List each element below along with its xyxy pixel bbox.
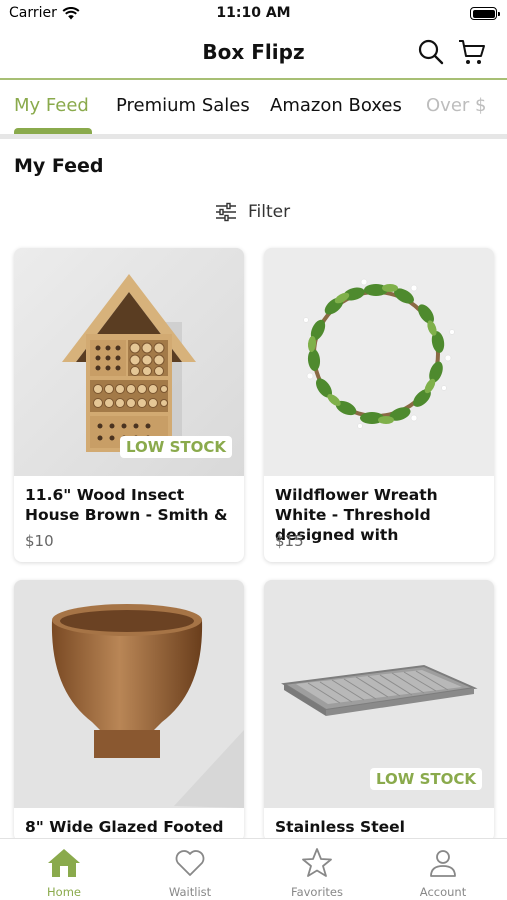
low-stock-badge: LOW STOCK [120,436,232,458]
filter-icon [216,202,236,222]
status-time: 11:10 AM [216,5,291,21]
section-title: My Feed [14,155,104,177]
product-card[interactable]: LOW STOCK 11.6" Wood Insect House Brown … [14,248,244,562]
battery-icon [470,7,500,20]
tabs-divider [0,134,507,139]
product-name: 8" Wide Glazed Footed [25,818,224,836]
product-name: 11.6" Wood Insect House Brown - Smith & [25,486,228,524]
search-button[interactable] [415,36,447,68]
product-card[interactable]: 8" Wide Glazed Footed [14,580,244,842]
search-icon [418,39,444,65]
planter-image [14,580,244,808]
product-card[interactable]: Wildflower Wreath White - Threshold desi… [264,248,494,562]
person-icon [430,850,456,877]
product-image: LOW STOCK [264,580,494,808]
product-image [14,580,244,808]
nav-waitlist-label: Waitlist [168,885,212,899]
filter-button[interactable]: Filter [214,202,290,222]
low-stock-badge: LOW STOCK [370,768,482,790]
nav-favorites[interactable]: Favorites [267,847,367,899]
product-image: LOW STOCK [14,248,244,476]
nav-home-label: Home [47,885,81,899]
product-price: $10 [25,532,54,550]
product-price: $15 [275,532,304,550]
cart-button[interactable] [456,36,488,68]
product-card[interactable]: LOW STOCK Stainless Steel Barbecue [264,580,494,842]
product-name: Wildflower Wreath White - Threshold desi… [275,486,438,544]
home-icon [48,849,80,877]
tab-premium-sales[interactable]: Premium Sales [116,95,250,116]
status-bar: Carrier 11:10 AM [0,0,507,28]
tab-my-feed[interactable]: My Feed [14,95,89,116]
nav-waitlist[interactable]: Waitlist [140,847,240,899]
bottom-navigation: Home Waitlist Favorites Account [0,838,507,900]
filter-label: Filter [248,202,291,222]
nav-account[interactable]: Account [393,847,493,899]
tab-amazon-boxes[interactable]: Amazon Boxes [270,95,402,116]
tab-over[interactable]: Over $ [426,95,486,116]
cart-icon [459,40,485,64]
nav-favorites-label: Favorites [291,885,343,899]
nav-account-label: Account [419,885,467,899]
star-icon [302,848,332,877]
wreath-image [264,248,494,476]
heart-icon [175,850,205,876]
nav-home[interactable]: Home [14,847,114,899]
app-header: Box Flipz [0,28,507,78]
product-image [264,248,494,476]
